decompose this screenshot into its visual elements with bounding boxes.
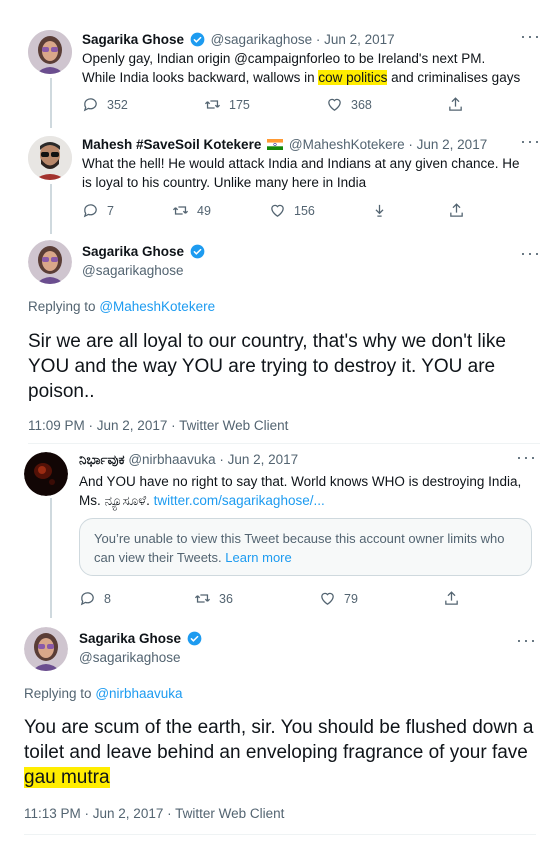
tweet-meta[interactable]: 11:13 PM · Jun 2, 2017 · Twitter Web Cli…	[24, 806, 284, 821]
tweet-header: Sagarika Ghose	[79, 631, 204, 646]
tweet-text: Sir we are all loyal to our country, tha…	[28, 331, 506, 402]
retweet-button[interactable]: 175	[204, 96, 250, 113]
author-name[interactable]: Sagarika Ghose	[79, 631, 181, 646]
share-button[interactable]	[447, 96, 464, 113]
replying-to-link[interactable]: @MaheshKotekere	[99, 299, 215, 314]
reply-icon	[83, 98, 97, 112]
avatar[interactable]	[28, 136, 72, 180]
share-icon	[445, 591, 458, 605]
verified-badge-icon	[190, 244, 205, 259]
avatar[interactable]	[24, 452, 68, 496]
tweet-text: And YOU have no right to say that. World…	[79, 472, 529, 510]
heart-icon	[271, 204, 284, 217]
replying-to-link[interactable]: @nirbhaavuka	[95, 686, 182, 701]
author-handle[interactable]: @sagarikaghose	[82, 263, 184, 278]
tweet-header: Sagarika Ghose	[82, 244, 207, 259]
verified-badge-icon	[190, 32, 205, 47]
thread-line	[50, 184, 52, 234]
author-name[interactable]: ನಿರ್ಭಾವುಕ	[79, 452, 125, 467]
tweet-date[interactable]: · Jun 2, 2017	[219, 452, 298, 467]
retweet-count: 49	[197, 203, 211, 218]
share-icon	[449, 97, 462, 111]
share-button[interactable]	[448, 202, 465, 219]
thread-line	[50, 498, 52, 618]
author-handle[interactable]: @nirbhaavuka	[128, 452, 215, 467]
highlighted-text: cow politics	[318, 70, 388, 85]
author-handle[interactable]: @sagarikaghose	[211, 32, 313, 47]
divider	[28, 443, 540, 444]
tweet-header: ನಿರ್ಭಾವುಕ @nirbhaavuka · Jun 2, 2017	[79, 452, 298, 468]
tweet-date[interactable]: · Jun 2, 2017	[408, 137, 487, 152]
replying-to: Replying to @MaheshKotekere	[28, 299, 215, 314]
highlighted-text: gau mutra	[24, 767, 110, 788]
tweet-header: Sagarika Ghose @sagarikaghose · Jun 2, 2…	[82, 32, 395, 47]
tweet-actions: 7 49 156	[82, 202, 472, 220]
like-count: 156	[294, 203, 315, 218]
reply-count: 7	[107, 203, 114, 218]
share-icon	[450, 203, 463, 217]
like-button[interactable]: 156	[269, 202, 315, 219]
tweet-date[interactable]: · Jun 2, 2017	[316, 32, 395, 47]
reply-button[interactable]: 7	[82, 202, 114, 219]
avatar[interactable]	[24, 627, 68, 671]
retweet-count: 175	[229, 97, 250, 112]
thread-line	[50, 78, 52, 128]
reply-button[interactable]: 8	[79, 590, 111, 607]
arrow-down-icon	[375, 204, 384, 217]
reply-icon	[83, 204, 97, 218]
retweet-button[interactable]: 49	[172, 202, 211, 219]
tweet-meta[interactable]: 11:09 PM · Jun 2, 2017 · Twitter Web Cli…	[28, 418, 288, 433]
retweet-count: 36	[219, 591, 233, 606]
tweet-header: Mahesh #SaveSoil Kotekere @MaheshKoteker…	[82, 137, 487, 152]
tweet-text: What the hell! He would attack India and…	[82, 156, 520, 190]
divider	[24, 834, 536, 835]
retweet-icon	[204, 100, 221, 109]
reply-count: 352	[107, 97, 128, 112]
avatar[interactable]	[28, 30, 72, 74]
more-icon[interactable]: ···	[520, 243, 541, 264]
vote-down-icon[interactable]	[371, 202, 388, 219]
author-name[interactable]: Sagarika Ghose	[82, 32, 184, 47]
retweet-icon	[172, 206, 189, 215]
author-handle[interactable]: @sagarikaghose	[79, 650, 181, 665]
more-icon[interactable]: ···	[520, 131, 541, 152]
verified-badge-icon	[187, 631, 202, 646]
reply-button[interactable]: 352	[82, 96, 128, 113]
tweet-actions: 8 36 79	[79, 590, 469, 608]
unavailable-tweet-notice: You’re unable to view this Tweet because…	[79, 518, 532, 576]
more-icon[interactable]: ···	[520, 26, 541, 47]
replying-label: Replying to	[24, 686, 92, 701]
tweet-text: You are scum of the earth, sir. You shou…	[24, 715, 539, 790]
like-button[interactable]: 368	[326, 96, 372, 113]
tweet-actions: 352 175 368	[82, 96, 472, 114]
learn-more-link[interactable]: Learn more	[225, 550, 291, 565]
replying-to: Replying to @nirbhaavuka	[24, 686, 183, 701]
share-button[interactable]	[443, 590, 460, 607]
author-handle[interactable]: @MaheshKotekere	[289, 137, 405, 152]
retweet-icon	[194, 594, 211, 603]
retweet-button[interactable]: 36	[194, 590, 233, 607]
reply-icon	[80, 592, 94, 606]
author-name[interactable]: Sagarika Ghose	[82, 244, 184, 259]
more-icon[interactable]: ···	[516, 630, 537, 651]
notice-text: You’re unable to view this Tweet because…	[94, 531, 505, 565]
like-count: 79	[344, 591, 358, 606]
avatar[interactable]	[28, 240, 72, 284]
author-name[interactable]: Mahesh #SaveSoil Kotekere	[82, 137, 261, 152]
tweet-link[interactable]: twitter.com/sagarikaghose/...	[154, 493, 325, 508]
tweet-text-part: You are scum of the earth, sir. You shou…	[24, 717, 534, 763]
indian-flag-icon	[267, 139, 284, 150]
tweet-text: Openly gay, Indian origin @campaignforle…	[82, 49, 522, 87]
reply-count: 8	[104, 591, 111, 606]
like-count: 368	[351, 97, 372, 112]
heart-icon	[321, 592, 334, 605]
tweet-text-part: and criminalises gays	[387, 70, 521, 85]
heart-icon	[328, 98, 341, 111]
like-button[interactable]: 79	[319, 590, 358, 607]
more-icon[interactable]: ···	[516, 447, 537, 468]
replying-label: Replying to	[28, 299, 96, 314]
